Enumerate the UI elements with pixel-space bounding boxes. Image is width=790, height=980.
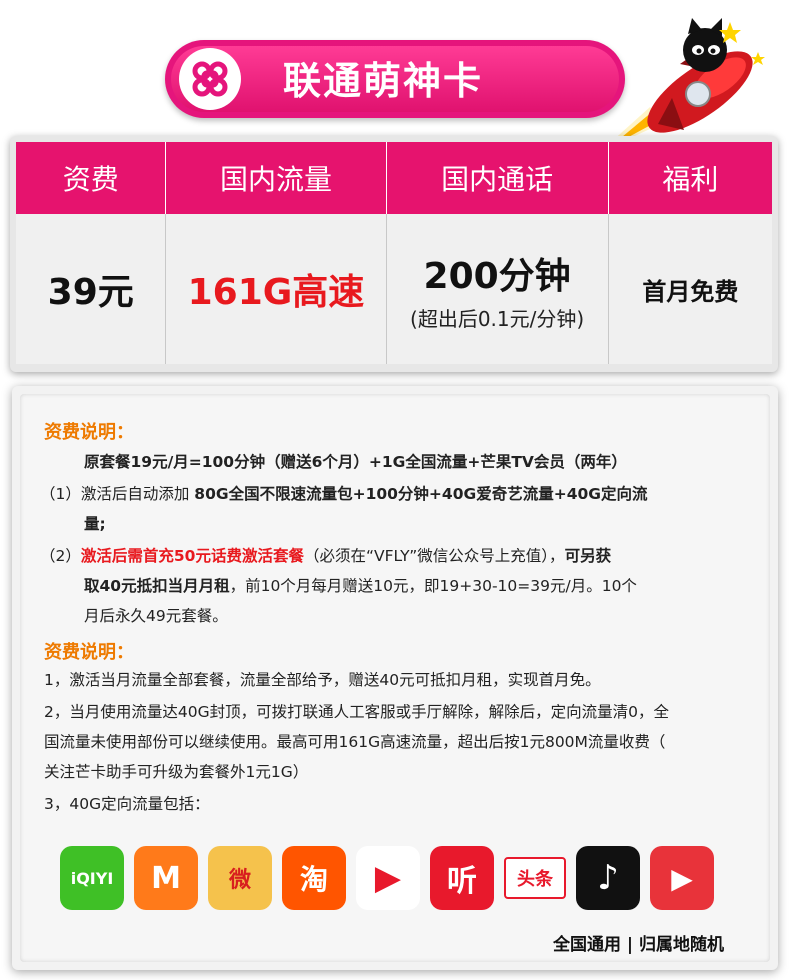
- item-1-cont: 量;: [84, 515, 106, 533]
- note-3: 3，40G定向流量包括：: [44, 795, 210, 813]
- mango-tv-icon: M: [134, 846, 198, 910]
- note-2c: 关注芒卡助手可升级为套餐外1元1G）: [44, 763, 309, 781]
- iqiyi-icon: iQIYI: [60, 846, 124, 910]
- item-2-bold: 可另获: [564, 547, 612, 565]
- plan-table-header: 资费 国内流量 国内通话 福利: [16, 142, 772, 214]
- details-inner: 资费说明： 原套餐19元/月=100分钟（赠送6个月）+1G全国流量+芒果TV会…: [20, 394, 770, 962]
- plan-table-row: 39元 161G高速 200分钟 (超出后0.1元/分钟) 首月免费: [16, 214, 772, 364]
- item-1-prefix: （1）激活后自动添加: [40, 485, 195, 503]
- section-title-1: 资费说明：: [44, 422, 134, 443]
- header-benefit: 福利: [662, 163, 719, 196]
- item-2-tail: ，前10个月每月赠送10元，即19+30-10=39元/月。10个: [229, 577, 637, 595]
- item-2-line-3: 月后永久49元套餐。: [84, 607, 228, 625]
- calls-value: 200分钟: [423, 255, 571, 297]
- calls-note: (超出后0.1元/分钟): [410, 306, 585, 331]
- item-2-bold-cont: 取40元抵扣当月月租: [84, 577, 230, 595]
- china-unicom-knot-icon: [179, 48, 241, 110]
- weibo-icon: 微: [208, 846, 272, 910]
- item-2-mid: （必须在“VFLY”微信公众号上充值），: [303, 547, 565, 565]
- fee-value: 39元: [47, 272, 134, 313]
- coverage-note: 全国通用 | 归属地随机: [552, 935, 724, 955]
- item-2-red: 激活后需首充50元话费激活套餐: [80, 547, 304, 565]
- original-plan-line: 原套餐19元/月=100分钟（赠送6个月）+1G全国流量+芒果TV会员（两年）: [84, 453, 627, 471]
- details-panel: 资费说明： 原套餐19元/月=100分钟（赠送6个月）+1G全国流量+芒果TV会…: [12, 386, 778, 970]
- video-play-icon: ▶: [356, 846, 420, 910]
- section-title-2: 资费说明：: [44, 642, 134, 663]
- header-data: 国内流量: [166, 142, 387, 214]
- cell-data: 161G高速: [166, 214, 387, 364]
- page-title: 联通萌神卡: [283, 59, 484, 103]
- item-1: （1）激活后自动添加 80G全国不限速流量包+100分钟+40G爱奇艺流量+40…: [40, 484, 648, 504]
- toutiao-icon: 头条: [504, 857, 566, 899]
- plan-table: 资费 国内流量 国内通话 福利 39元 161G高速 200分钟 (超出后0.1…: [10, 136, 778, 372]
- ting-icon: 听: [430, 846, 494, 910]
- cell-calls: 200分钟 (超出后0.1元/分钟): [387, 214, 609, 364]
- douyin-icon: ♪: [576, 846, 640, 910]
- benefit-value: 首月免费: [642, 277, 739, 306]
- item-2-line-2: 取40元抵扣当月月租，前10个月每月赠送10元，即19+30-10=39元/月。…: [84, 576, 637, 596]
- item-2: （2）激活后需首充50元话费激活套餐（必须在“VFLY”微信公众号上充值），可另…: [40, 546, 611, 566]
- data-value: 161G高速: [187, 272, 365, 313]
- app-icon-row: iQIYI M 微 淘 ▶ 听 头条 ♪ ▶: [60, 846, 714, 910]
- header-calls: 国内通话: [387, 142, 609, 214]
- note-1: 1，激活当月流量全部套餐，流量全部给予，赠送40元可抵扣月租，实现首月免。: [44, 671, 601, 689]
- header-fee: 资费: [16, 142, 167, 214]
- header-banner: 联通萌神卡: [165, 40, 625, 118]
- cell-benefit: 首月免费: [609, 214, 772, 364]
- taobao-icon: 淘: [282, 846, 346, 910]
- note-2a: 2，当月使用流量达40G封顶，可拨打联通人工客服或手厅解除，解除后，定向流量清0…: [44, 703, 669, 721]
- item-2-prefix: （2）: [40, 547, 81, 565]
- note-2b: 国流量未使用部份可以继续使用。最高可用161G高速流量，超出后按1元800M流量…: [44, 733, 666, 751]
- cell-fee: 39元: [16, 214, 167, 364]
- item-1-bold: 80G全国不限速流量包+100分钟+40G爱奇艺流量+40G定向流: [194, 485, 648, 503]
- huoshan-icon: ▶: [650, 846, 714, 910]
